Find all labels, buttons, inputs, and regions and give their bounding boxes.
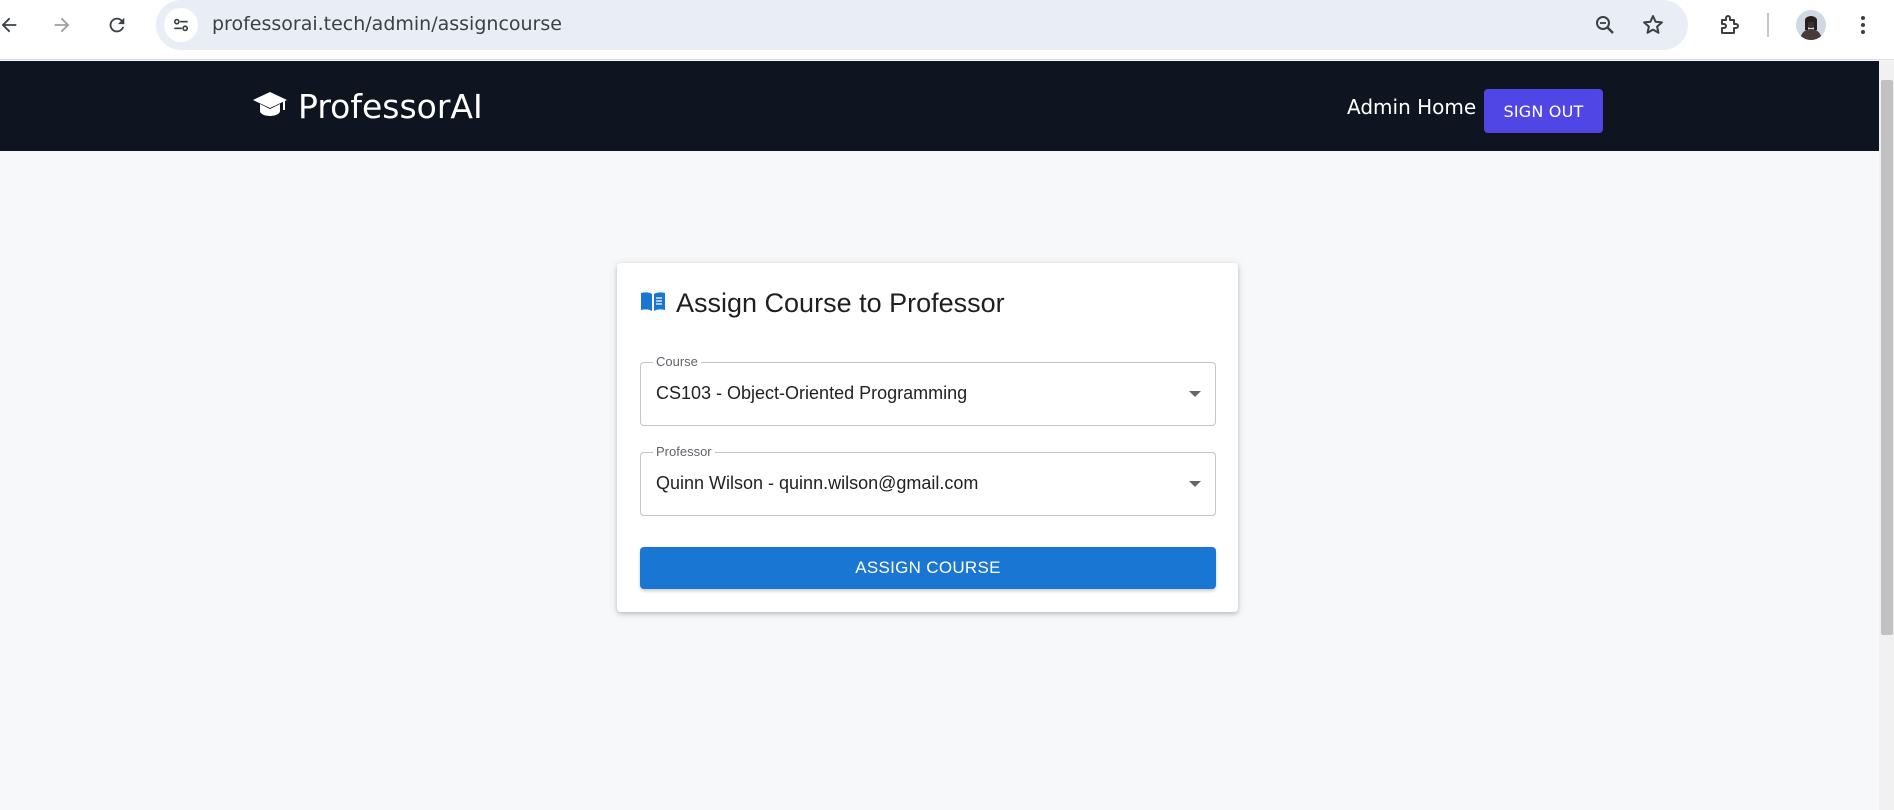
admin-home-link[interactable]: Admin Home [1347,95,1476,119]
url-text[interactable]: professorai.tech/admin/assigncourse [212,13,562,35]
graduation-cap-icon [252,90,288,123]
open-book-icon [640,290,666,317]
toolbar-divider [1767,13,1769,37]
card-title: Assign Course to Professor [640,288,1005,319]
browser-toolbar: professorai.tech/admin/assigncourse [0,0,1894,60]
profile-avatar[interactable] [1796,10,1826,40]
chevron-down-icon[interactable] [1189,391,1201,397]
professor-label: Professor [653,444,715,460]
professor-value: Quinn Wilson - quinn.wilson@gmail.com [656,473,979,493]
back-arrow-icon[interactable] [0,10,24,40]
course-label: Course [653,354,701,370]
reload-icon[interactable] [102,10,132,40]
extensions-icon[interactable] [1715,11,1743,39]
card-title-text: Assign Course to Professor [676,288,1005,318]
assign-course-card: Assign Course to Professor Course CS103 … [617,263,1238,612]
app-header: ProfessorAI Admin Home SIGN OUT [0,61,1879,151]
chevron-down-icon[interactable] [1189,481,1201,487]
bookmark-star-icon[interactable] [1639,11,1667,39]
zoom-icon[interactable] [1591,11,1619,39]
more-menu-icon[interactable] [1849,11,1877,39]
assign-course-button[interactable]: ASSIGN COURSE [640,547,1216,589]
address-bar[interactable]: professorai.tech/admin/assigncourse [156,0,1688,50]
brand-name: ProfessorAI [298,87,483,126]
course-value: CS103 - Object-Oriented Programming [656,383,968,403]
professor-select[interactable]: Professor Quinn Wilson - quinn.wilson@gm… [640,444,1216,516]
site-settings-icon[interactable] [164,8,198,42]
brand-logo[interactable]: ProfessorAI [252,87,483,126]
sign-out-button[interactable]: SIGN OUT [1484,89,1603,133]
forward-arrow-icon[interactable] [47,10,77,40]
course-select[interactable]: Course CS103 - Object-Oriented Programmi… [640,354,1216,426]
scrollbar-thumb[interactable] [1881,80,1893,635]
